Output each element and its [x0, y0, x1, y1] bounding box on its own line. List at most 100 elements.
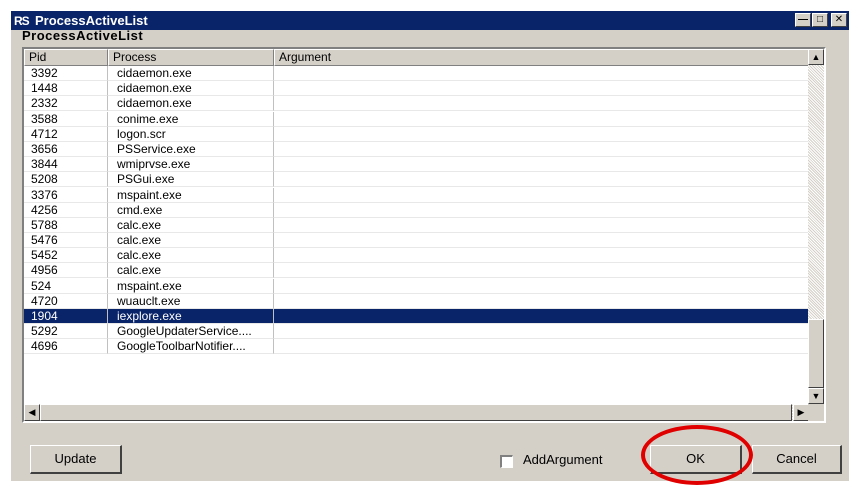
- column-header-argument[interactable]: Argument: [274, 49, 809, 66]
- pid-cell: 3844: [24, 157, 108, 173]
- argument-cell: [274, 112, 809, 127]
- group-label: ProcessActiveList: [22, 28, 144, 43]
- argument-cell: [274, 218, 809, 233]
- process-cell: cmd.exe: [108, 202, 274, 218]
- argument-cell: [274, 66, 809, 81]
- pid-cell: 5292: [24, 324, 108, 340]
- table-row[interactable]: 4720 wuauclt.exe: [24, 293, 809, 309]
- argument-cell: [274, 172, 809, 188]
- pid-cell: 5208: [24, 172, 108, 188]
- ok-button[interactable]: OK: [650, 445, 742, 474]
- process-cell: mspaint.exe: [108, 187, 274, 203]
- table-row[interactable]: 3392 cidaemon.exe: [24, 66, 809, 81]
- pid-cell: 1904: [24, 309, 108, 324]
- process-cell: logon.scr: [108, 126, 274, 142]
- process-cell: PSService.exe: [108, 141, 274, 157]
- process-cell: iexplore.exe: [108, 309, 274, 324]
- horizontal-scrollbar[interactable]: ◀ ▶: [24, 404, 809, 421]
- scroll-up-button[interactable]: ▲: [808, 49, 824, 65]
- cancel-button[interactable]: Cancel: [752, 445, 842, 474]
- table-row[interactable]: 4696 GoogleToolbarNotifier....: [24, 339, 809, 355]
- pid-cell: 4712: [24, 126, 108, 142]
- table-row[interactable]: 1904 iexplore.exe: [24, 309, 809, 325]
- argument-cell: [274, 263, 809, 279]
- table-row[interactable]: 1448 cidaemon.exe: [24, 81, 809, 97]
- process-cell: wuauclt.exe: [108, 293, 274, 309]
- argument-cell: [274, 248, 809, 264]
- list-header: Pid Process Argument: [24, 49, 809, 66]
- vertical-scrollbar[interactable]: ▲ ▼: [808, 49, 824, 404]
- pid-cell: 4956: [24, 263, 108, 279]
- pid-cell: 3376: [24, 187, 108, 203]
- arrow-right-icon: ▶: [797, 407, 805, 417]
- process-cell: cidaemon.exe: [108, 81, 274, 97]
- add-argument-checkbox[interactable]: [500, 455, 513, 468]
- pid-cell: 5788: [24, 217, 108, 233]
- maximize-icon: □: [816, 14, 824, 25]
- pid-cell: 4256: [24, 202, 108, 218]
- table-row[interactable]: 3588 conime.exe: [24, 111, 809, 127]
- table-row[interactable]: 5292 GoogleUpdaterService....: [24, 324, 809, 340]
- process-cell: calc.exe: [108, 263, 274, 279]
- column-header-process[interactable]: Process: [108, 49, 274, 66]
- update-button[interactable]: Update: [30, 445, 122, 474]
- horizontal-scroll-thumb[interactable]: [40, 404, 792, 421]
- pid-cell: 3656: [24, 141, 108, 157]
- table-row[interactable]: 5208 PSGui.exe: [24, 172, 809, 188]
- arrow-down-icon: ▼: [811, 391, 821, 401]
- argument-cell: [274, 142, 809, 157]
- scrollbar-corner: [808, 404, 824, 421]
- process-cell: GoogleToolbarNotifier....: [108, 339, 274, 355]
- argument-cell: [274, 233, 809, 249]
- table-row[interactable]: 2332 cidaemon.exe: [24, 96, 809, 112]
- minimize-icon: —: [798, 14, 808, 25]
- process-cell: PSGui.exe: [108, 172, 274, 188]
- close-icon: ✕: [834, 14, 844, 25]
- pid-cell: 524: [24, 278, 108, 294]
- process-cell: GoogleUpdaterService....: [108, 324, 274, 340]
- minimize-button[interactable]: —: [795, 13, 811, 27]
- process-cell: cidaemon.exe: [108, 96, 274, 112]
- argument-cell: [274, 157, 809, 173]
- vertical-scroll-thumb[interactable]: [808, 319, 824, 388]
- argument-cell: [274, 188, 809, 203]
- process-list[interactable]: Pid Process Argument 3392 cidaemon.exe 144…: [22, 47, 826, 423]
- pid-cell: 5452: [24, 248, 108, 264]
- table-row[interactable]: 524 mspaint.exe: [24, 278, 809, 294]
- maximize-button[interactable]: □: [812, 13, 828, 27]
- table-row[interactable]: 5476 calc.exe: [24, 233, 809, 249]
- argument-cell: [274, 294, 809, 309]
- table-row[interactable]: 3656 PSService.exe: [24, 141, 809, 157]
- argument-cell: [274, 279, 809, 294]
- add-argument-label[interactable]: AddArgument: [523, 452, 603, 467]
- process-cell: calc.exe: [108, 217, 274, 233]
- argument-cell: [274, 203, 809, 218]
- table-row[interactable]: 4256 cmd.exe: [24, 202, 809, 218]
- argument-cell: [274, 81, 809, 97]
- argument-cell: [274, 309, 809, 324]
- scroll-right-button[interactable]: ▶: [793, 404, 809, 421]
- pid-cell: 2332: [24, 96, 108, 112]
- table-row[interactable]: 3376 mspaint.exe: [24, 187, 809, 203]
- argument-cell: [274, 96, 809, 112]
- argument-cell: [274, 339, 809, 355]
- table-row[interactable]: 4956 calc.exe: [24, 263, 809, 279]
- close-button[interactable]: ✕: [831, 13, 847, 27]
- process-cell: wmiprvse.exe: [108, 157, 274, 173]
- scroll-down-button[interactable]: ▼: [808, 388, 824, 404]
- table-row[interactable]: 3844 wmiprvse.exe: [24, 157, 809, 173]
- pid-cell: 1448: [24, 81, 108, 97]
- table-row[interactable]: 5452 calc.exe: [24, 248, 809, 264]
- column-header-pid[interactable]: Pid: [24, 49, 108, 66]
- pid-cell: 4720: [24, 293, 108, 309]
- scroll-left-button[interactable]: ◀: [24, 404, 40, 421]
- table-row[interactable]: 4712 logon.scr: [24, 126, 809, 142]
- pid-cell: 3392: [24, 66, 108, 81]
- arrow-up-icon: ▲: [811, 52, 821, 62]
- process-cell: cidaemon.exe: [108, 66, 274, 81]
- argument-cell: [274, 324, 809, 340]
- pid-cell: 4696: [24, 339, 108, 355]
- process-cell: mspaint.exe: [108, 278, 274, 294]
- table-row[interactable]: 5788 calc.exe: [24, 217, 809, 233]
- list-rows: 3392 cidaemon.exe 1448 cidaemon.exe 2332 cida…: [24, 66, 809, 355]
